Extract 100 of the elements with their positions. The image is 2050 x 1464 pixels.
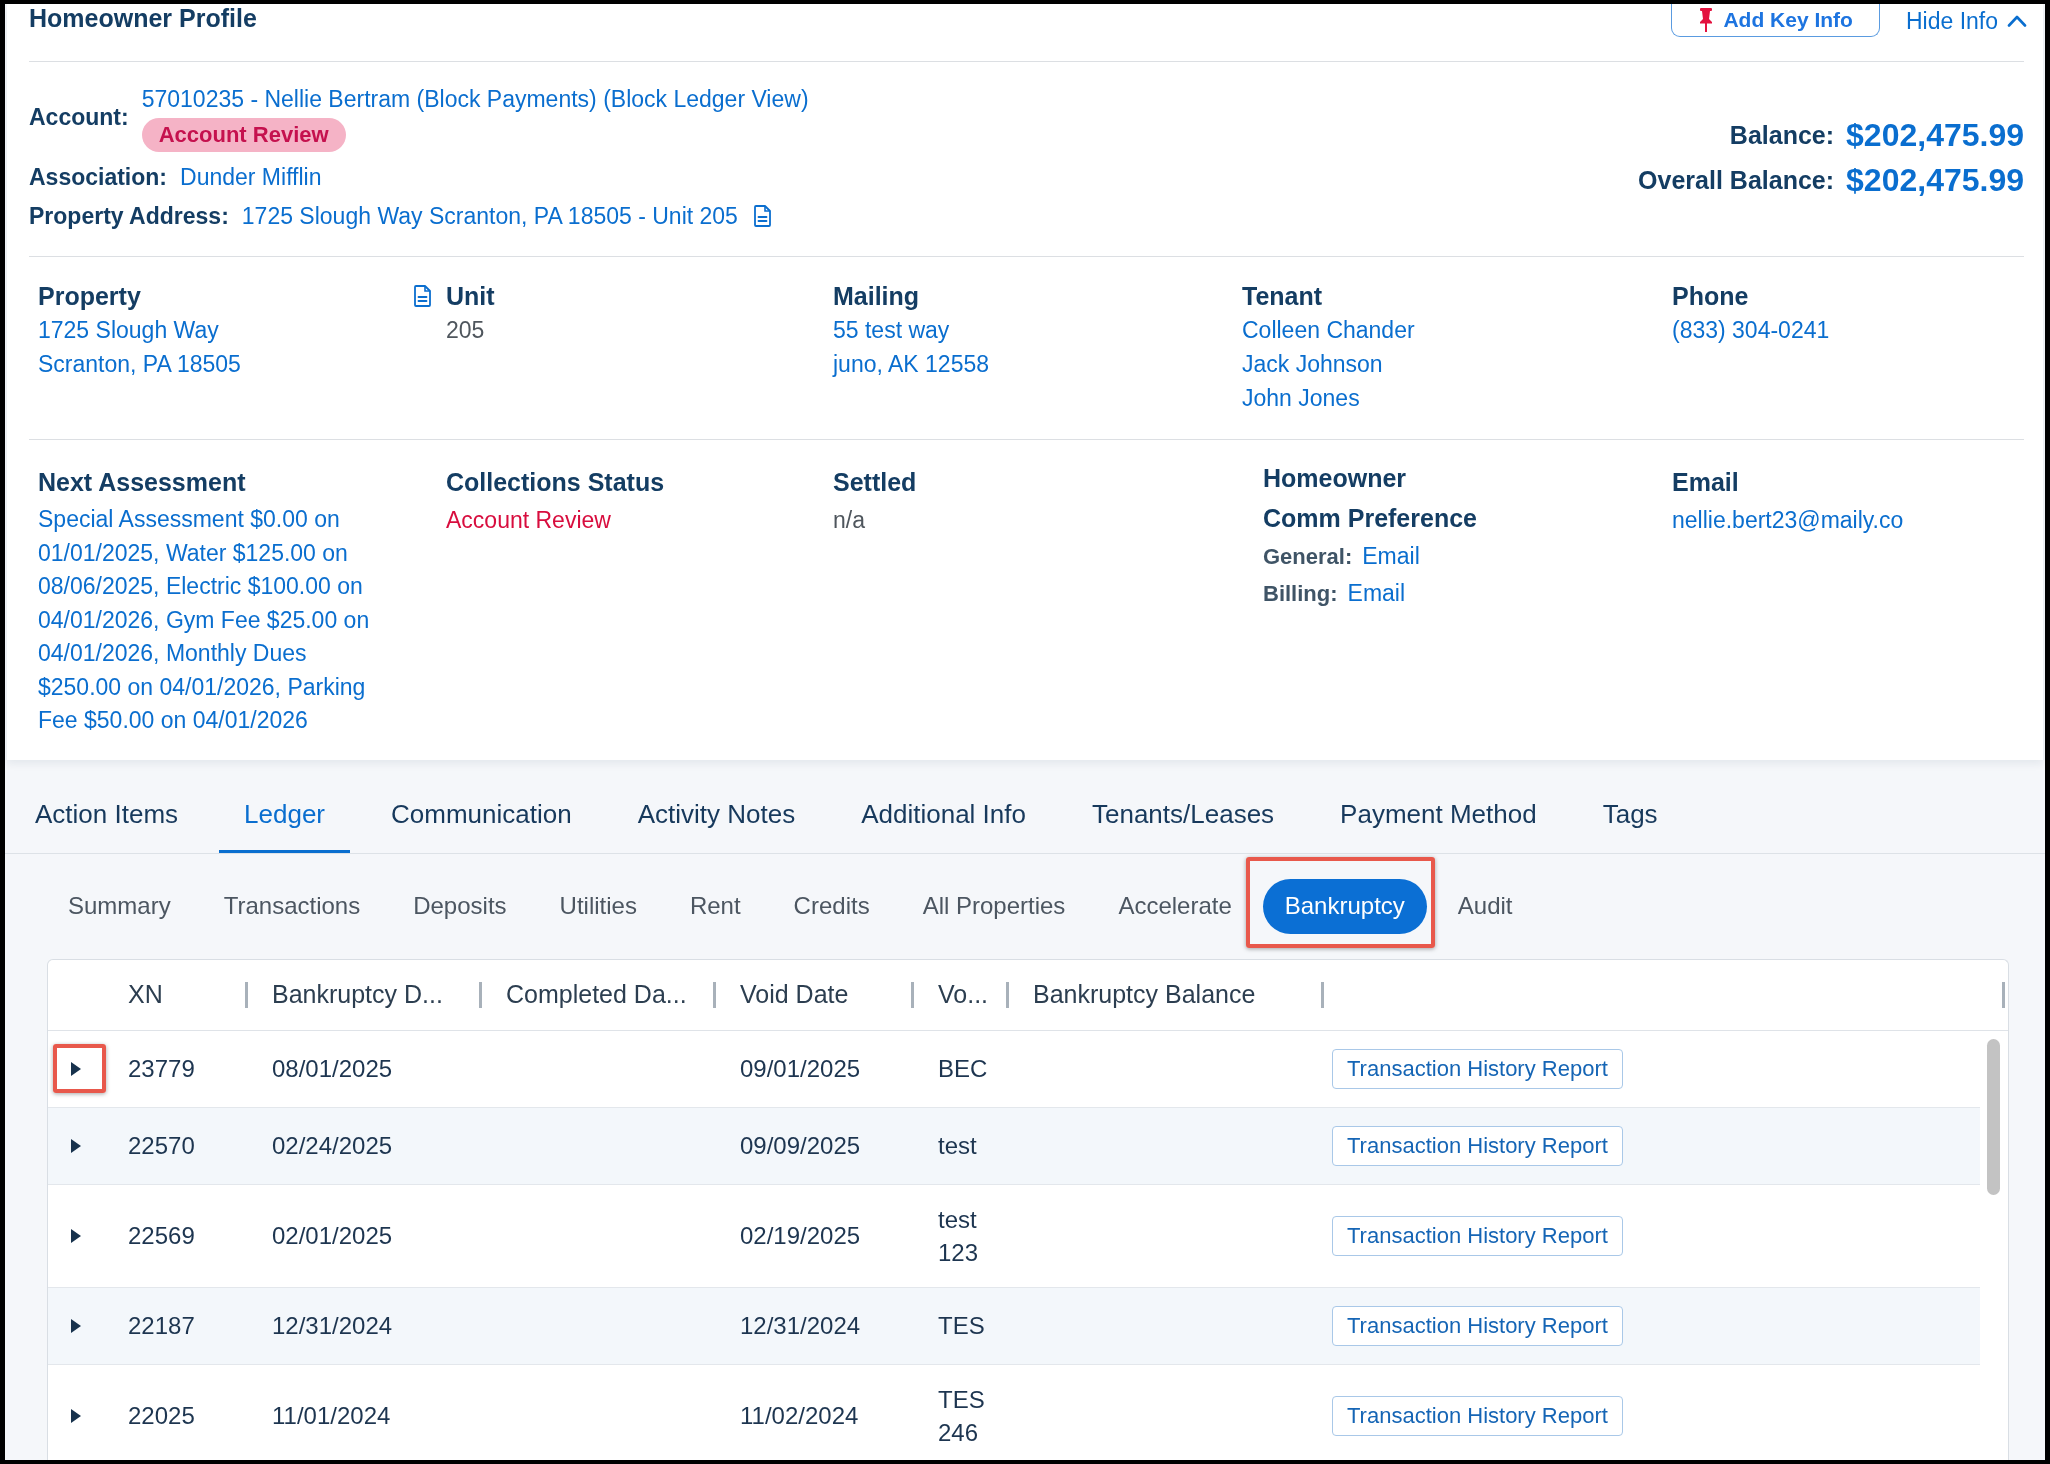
table-cell-text: 11/02/2024 [740,1400,859,1431]
table-cell-text: TES [938,1311,985,1341]
table-cell-text: 12/31/2024 [272,1310,393,1341]
detail-link[interactable]: juno, AK 12558 [833,347,990,381]
address-link[interactable]: 1725 Slough Way Scranton, PA 18505 - Unit 205 [241,199,738,233]
column-header: Bankruptcy Balance [1033,980,1256,1009]
document-icon[interactable] [753,205,771,227]
table-cell-text: 02/01/2025 [272,1220,393,1251]
detail-heading: Tenant [1242,281,1323,312]
nav-tab[interactable]: Activity Notes [612,773,821,853]
detail-link[interactable]: Colleen Chander [1242,313,1415,347]
nav-tab[interactable]: Payment Method [1315,773,1562,853]
table-cell-text: 09/09/2025 [740,1130,861,1161]
detail-link[interactable]: (833) 304-0241 [1672,313,1830,347]
table-cell-text: test 123 [938,1204,980,1268]
balance-amount: $202,475.99 [1846,116,2024,155]
table-cell-text: 08/01/2025 [272,1053,393,1084]
account-link[interactable]: 57010235 - Nellie Bertram (Block Payments) (Block Ledger View) [141,82,809,116]
column-header: Vo... [938,980,989,1009]
pushpin-icon [1698,8,1715,32]
preference-link[interactable]: Email [1362,538,1420,574]
ledger-subtab[interactable]: Accelerate [1112,878,1238,934]
nav-tab[interactable]: Tenants/Leases [1066,773,1300,853]
detail-link[interactable]: nellie.bert23@maily.co [1672,503,1904,537]
scrollbar-thumb[interactable] [1987,1038,2000,1195]
report-button[interactable]: Transaction History Report [1332,1215,1623,1256]
nav-tab[interactable]: Additional Info [836,773,1051,853]
ledger-subtab[interactable]: Rent [683,878,747,934]
field-label: Property Address: [29,202,229,231]
report-button[interactable]: Transaction History Report [1332,1125,1623,1166]
detail-heading: Collections Status [446,467,665,498]
table-cell-text: 02/19/2025 [740,1220,861,1251]
add-key-info-button[interactable]: Add Key Info [1671,4,1880,37]
ledger-subtab[interactable]: All Properties [916,878,1072,934]
report-button[interactable]: Transaction History Report [1332,1048,1623,1089]
preference-link[interactable]: Email [1347,575,1406,611]
page-title: Homeowner Profile [29,4,257,32]
table-cell-text: 02/24/2025 [272,1130,393,1161]
balance-label: Overall Balance: [1638,165,1835,195]
nav-tab[interactable]: Action Items [10,773,204,853]
detail-heading: Email [1672,467,1739,498]
caret-right-icon[interactable] [71,1408,81,1423]
detail-heading: Next Assessment [38,467,246,498]
column-header: XN [128,980,163,1009]
detail-value: 205 [446,316,485,345]
table-cell-text: 11/01/2024 [272,1400,391,1431]
detail-heading: Mailing [833,281,920,312]
table-cell-text: TES 246 [938,1384,986,1448]
report-button[interactable]: Transaction History Report [1332,1395,1623,1436]
ledger-subtab[interactable]: Audit [1451,878,1519,934]
detail-link[interactable]: Scranton, PA 18505 [38,347,241,381]
status-badge: Account Review [141,118,346,152]
nav-tab[interactable]: Ledger [219,773,351,853]
report-button[interactable]: Transaction History Report [1332,1305,1623,1346]
ledger-subtab[interactable]: Transactions [217,878,367,934]
column-header: Void Date [740,980,849,1009]
detail-value: n/a [833,506,865,535]
ledger-subtab[interactable]: Summary [62,878,177,934]
table-cell-text: 22570 [128,1130,195,1161]
detail-link[interactable]: Jack Johnson [1242,347,1383,381]
detail-link[interactable]: 55 test way [833,313,950,347]
chevron-up-icon [2007,14,2027,27]
table-cell-text: 12/31/2024 [740,1310,861,1341]
table-cell-text: 09/01/2025 [740,1053,861,1084]
hide-info-link[interactable]: Hide Info [1905,6,2027,35]
document-icon[interactable] [414,285,431,307]
table-cell-text: 22187 [128,1310,195,1341]
column-header: Completed Da... [506,980,687,1009]
caret-right-icon[interactable] [71,1228,81,1243]
nav-tab[interactable]: Communication [366,773,597,853]
balance-label: Balance: [1729,120,1835,150]
preference-label: Billing: [1263,580,1338,608]
status-text: Account Review [446,506,611,535]
ledger-subtab[interactable]: Utilities [553,878,643,934]
ledger-subtab[interactable]: Bankruptcy [1262,878,1427,934]
table-cell-text: 22569 [128,1220,195,1251]
detail-link[interactable]: 1725 Slough Way [38,313,219,347]
field-label: Association: [29,163,168,192]
balance-amount: $202,475.99 [1846,161,2024,200]
detail-heading: Homeowner Comm Preference [1263,463,1477,534]
preference-label: General: [1263,543,1353,571]
detail-heading: Property [38,281,141,312]
ledger-subtab[interactable]: Deposits [407,878,513,934]
detail-heading: Settled [833,467,917,498]
ledger-subtab[interactable]: Credits [787,878,876,934]
association-link[interactable]: Dunder Mifflin [180,160,322,194]
caret-right-icon[interactable] [71,1318,81,1333]
nav-tab[interactable]: Tags [1577,773,1683,853]
caret-right-icon[interactable] [71,1138,81,1153]
column-header: Bankruptcy D... [272,980,443,1009]
detail-link[interactable]: John Jones [1242,381,1360,415]
table-cell-text: BEC [938,1054,988,1084]
table-cell-text: 23779 [128,1053,195,1084]
detail-heading: Unit [446,281,495,312]
detail-heading: Phone [1672,281,1749,312]
field-label: Account: [29,103,129,132]
table-cell-text: 22025 [128,1400,195,1431]
table-cell-text: test [938,1131,977,1161]
caret-right-icon[interactable] [71,1061,81,1076]
assessment-text: Special Assessment $0.00 on 01/01/2025, Water $125.00 on 08/06/2025, Electric $100.00 on 04/01/2026, Gym Fee $25.00 on 04/01/2026, Monthly Dues $250.00 on 04/01/2026, Parking Fee $50.00 on 04/01/2026 [38,505,371,735]
